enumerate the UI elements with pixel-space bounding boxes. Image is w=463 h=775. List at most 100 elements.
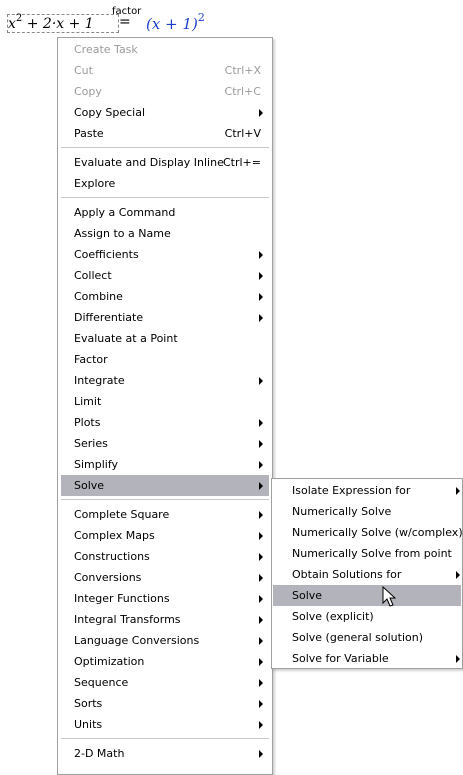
shortcut-label: Ctrl+= xyxy=(222,156,261,169)
solve-submenu: Isolate Expression for Numerically Solve N… xyxy=(271,478,463,669)
chevron-right-icon xyxy=(456,571,460,579)
menu-item-evaluate-and-display-inline[interactable]: Evaluate and Display Inline Ctrl+= xyxy=(61,152,269,173)
menu-item-label: Numerically Solve (w/complex) xyxy=(292,526,463,539)
menu-item-series[interactable]: Series xyxy=(61,433,269,454)
shortcut-label: Ctrl+C xyxy=(224,85,261,98)
menu-item-language-conversions[interactable]: Language Conversions xyxy=(61,630,269,651)
menu-item-explore[interactable]: Explore xyxy=(61,173,269,194)
menu-item-optimization[interactable]: Optimization xyxy=(61,651,269,672)
menu-item-label: Sequence xyxy=(74,676,129,689)
menu-separator xyxy=(61,499,269,503)
chevron-right-icon xyxy=(259,721,263,729)
menu-item-units[interactable]: Units xyxy=(61,714,269,735)
submenu-item-obtain-solutions-for[interactable]: Obtain Solutions for xyxy=(273,564,461,585)
submenu-item-solve[interactable]: Solve xyxy=(273,585,461,606)
menu-item-label: Evaluate and Display Inline xyxy=(74,156,224,169)
menu-item-apply-a-command[interactable]: Apply a Command xyxy=(61,202,269,223)
menu-item-constructions[interactable]: Constructions xyxy=(61,546,269,567)
chevron-right-icon xyxy=(456,487,460,495)
menu-item-complete-square[interactable]: Complete Square xyxy=(61,504,269,525)
menu-item-evaluate-at-a-point[interactable]: Evaluate at a Point xyxy=(61,328,269,349)
menu-item-label: Numerically Solve xyxy=(292,505,392,518)
menu-item-label: Solve (explicit) xyxy=(292,610,374,623)
menu-item-label: Constructions xyxy=(74,550,150,563)
menu-item-label: Copy Special xyxy=(74,106,146,119)
menu-item-label: Units xyxy=(74,718,103,731)
menu-item-label: Obtain Solutions for xyxy=(292,568,402,581)
submenu-item-numerically-solve-w-complex[interactable]: Numerically Solve (w/complex) xyxy=(273,522,463,543)
menu-item-label: Simplify xyxy=(74,458,119,471)
menu-item-simplify[interactable]: Simplify xyxy=(61,454,269,475)
menu-item-solve[interactable]: Solve xyxy=(61,475,269,496)
input-expression[interactable]: x2 + 2·x + 1 xyxy=(8,13,94,32)
menu-item-paste[interactable]: Paste Ctrl+V xyxy=(61,123,269,144)
menu-item-label: Optimization xyxy=(74,655,145,668)
menu-separator xyxy=(61,738,269,742)
menu-item-label: Copy xyxy=(74,85,102,98)
menu-item-label: Solve for Variable xyxy=(292,652,389,665)
menu-separator xyxy=(61,197,269,201)
menu-item-coefficients[interactable]: Coefficients xyxy=(61,244,269,265)
menu-item-label: Paste xyxy=(74,127,104,140)
rhs-exponent: 2 xyxy=(197,11,205,24)
menu-item-label: Explore xyxy=(74,177,116,190)
menu-item-integral-transforms[interactable]: Integral Transforms xyxy=(61,609,269,630)
menu-item-plots[interactable]: Plots xyxy=(61,412,269,433)
chevron-right-icon xyxy=(259,293,263,301)
chevron-right-icon xyxy=(259,700,263,708)
rhs-base: (x + 1) xyxy=(146,15,198,33)
menu-item-label: 2-D Math xyxy=(74,747,125,760)
shortcut-label: Ctrl+X xyxy=(224,64,261,77)
menu-item-label: Assign to a Name xyxy=(74,227,171,240)
submenu-item-solve-explicit[interactable]: Solve (explicit) xyxy=(273,606,461,627)
menu-item-sequence[interactable]: Sequence xyxy=(61,672,269,693)
menu-item-label: Numerically Solve from point xyxy=(292,547,452,560)
menu-item-label: Solve (general solution) xyxy=(292,631,423,644)
chevron-right-icon xyxy=(259,637,263,645)
menu-item-integrate[interactable]: Integrate xyxy=(61,370,269,391)
menu-item-sorts[interactable]: Sorts xyxy=(61,693,269,714)
menu-item-collect[interactable]: Collect xyxy=(61,265,269,286)
menu-item-label: Limit xyxy=(74,395,102,408)
menu-item-label: Integral Transforms xyxy=(74,613,181,626)
menu-item-complex-maps[interactable]: Complex Maps xyxy=(61,525,269,546)
submenu-item-isolate-expression-for[interactable]: Isolate Expression for xyxy=(273,480,461,501)
menu-item-label: Solve xyxy=(74,479,105,492)
menu-item-label: Differentiate xyxy=(74,311,144,324)
menu-item-label: Complex Maps xyxy=(74,529,155,542)
chevron-right-icon xyxy=(259,314,263,322)
chevron-right-icon xyxy=(259,440,263,448)
chevron-right-icon xyxy=(259,109,263,117)
submenu-item-solve-general-solution[interactable]: Solve (general solution) xyxy=(273,627,461,648)
chevron-right-icon xyxy=(259,616,263,624)
menu-item-conversions[interactable]: Conversions xyxy=(61,567,269,588)
menu-item-label: Collect xyxy=(74,269,112,282)
chevron-right-icon xyxy=(259,511,263,519)
mouse-pointer-icon xyxy=(382,586,397,607)
submenu-item-numerically-solve-from-point[interactable]: Numerically Solve from point xyxy=(273,543,461,564)
result-expression: (x + 1)2 xyxy=(146,11,205,33)
menu-item-factor[interactable]: Factor xyxy=(61,349,269,370)
menu-item-combine[interactable]: Combine xyxy=(61,286,269,307)
chevron-right-icon xyxy=(259,658,263,666)
menu-item-label: Solve xyxy=(292,589,323,602)
menu-item-label: Create Task xyxy=(74,43,138,56)
menu-item-copy-special[interactable]: Copy Special xyxy=(61,102,269,123)
menu-item-label: Combine xyxy=(74,290,123,303)
chevron-right-icon xyxy=(259,461,263,469)
menu-item-assign-to-a-name[interactable]: Assign to a Name xyxy=(61,223,269,244)
menu-item-label: Isolate Expression for xyxy=(292,484,411,497)
chevron-right-icon xyxy=(259,532,263,540)
chevron-right-icon xyxy=(259,272,263,280)
chevron-right-icon xyxy=(259,679,263,687)
submenu-item-solve-for-variable[interactable]: Solve for Variable xyxy=(273,648,461,669)
menu-item-2-d-math[interactable]: 2-D Math xyxy=(61,743,269,764)
chevron-right-icon xyxy=(259,553,263,561)
menu-item-label: Series xyxy=(74,437,108,450)
submenu-item-numerically-solve[interactable]: Numerically Solve xyxy=(273,501,461,522)
lhs-exponent: 2 xyxy=(15,13,23,24)
menu-item-limit[interactable]: Limit xyxy=(61,391,269,412)
menu-item-differentiate[interactable]: Differentiate xyxy=(61,307,269,328)
chevron-right-icon xyxy=(259,251,263,259)
menu-item-integer-functions[interactable]: Integer Functions xyxy=(61,588,269,609)
